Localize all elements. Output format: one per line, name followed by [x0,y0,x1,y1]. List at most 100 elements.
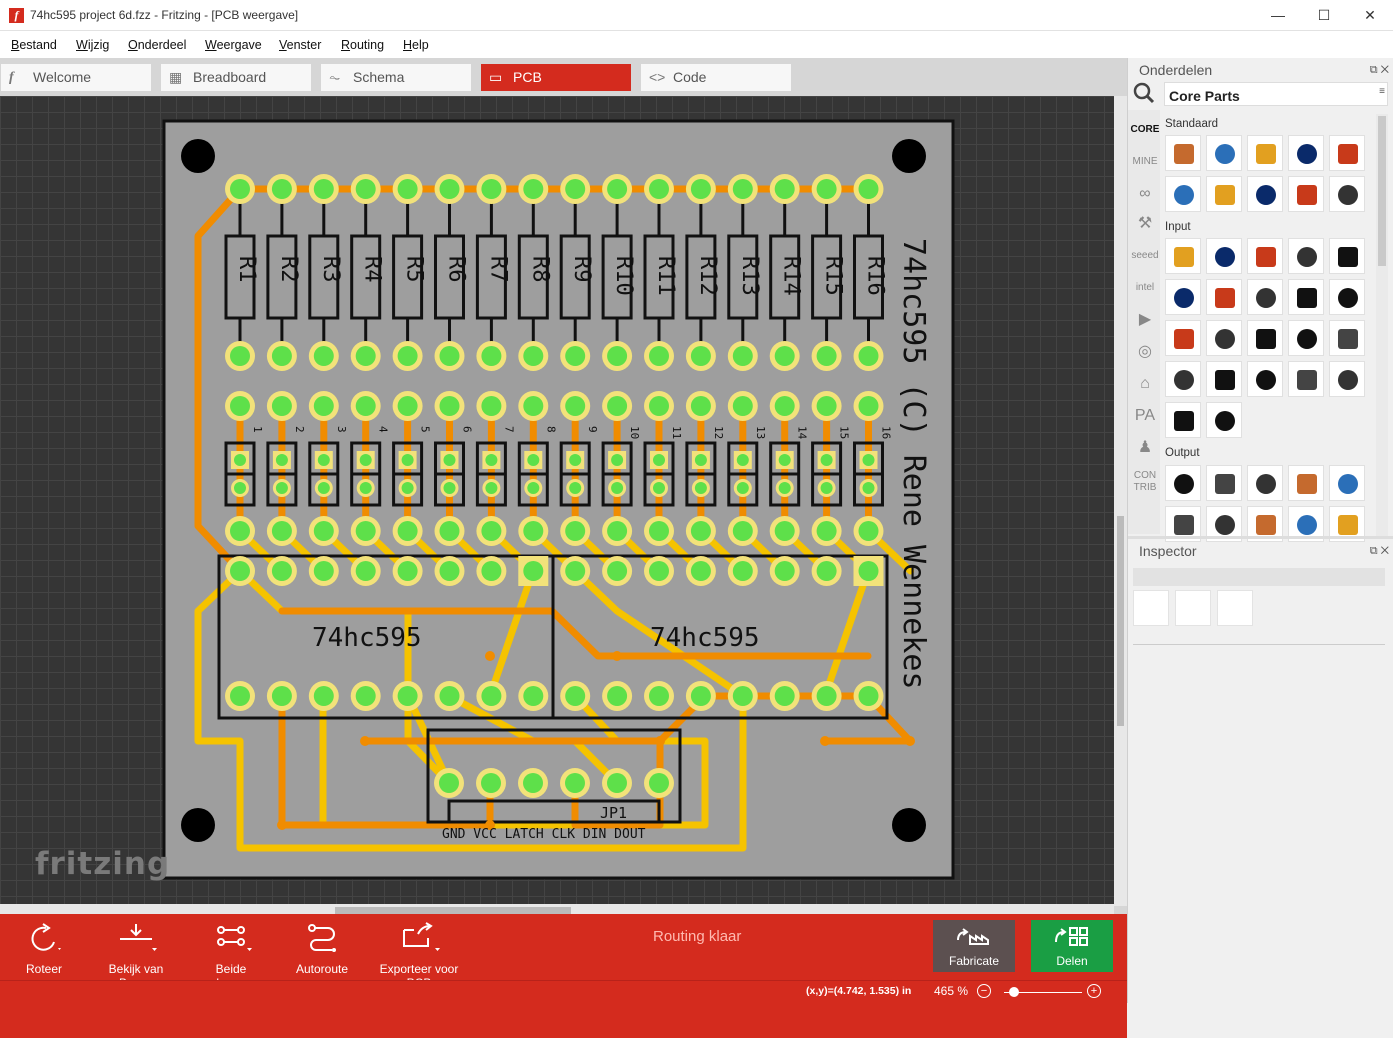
part-seven-segment-icon[interactable] [1329,465,1365,501]
pad-resistor-bottom-center [439,346,460,366]
part-joystick-icon[interactable] [1206,238,1242,274]
minimize-button[interactable]: — [1255,0,1301,31]
part-tantalum-capacitor-icon[interactable] [1288,135,1324,171]
pcb-canvas[interactable]: R1 1 R2 2 R3 3 R4 4 R5 5 R6 6 R7 7 R8 8 R9 9 R10 10 R11 11 R12… [0,96,1127,906]
bin-core[interactable]: CORE [1130,116,1160,144]
panel-splitter[interactable] [1128,536,1393,539]
pad-resistor-top-center [774,179,795,199]
autoroute-icon [308,924,336,952]
bin-seeed[interactable]: seeed [1130,242,1160,270]
part-pnp-transistor-icon[interactable] [1206,176,1242,212]
menu-weergave[interactable]: Weergave [205,38,262,52]
part-humidity-sensor-icon[interactable] [1206,402,1242,438]
tab-schema[interactable]: ⏦ Schema [321,64,471,91]
bin-contrib[interactable]: CON TRIB [1130,466,1160,494]
part-fet-icon[interactable] [1288,176,1324,212]
bin-menu-icon[interactable]: ≡ [1379,86,1385,97]
pad-resistor-bottom-center [690,346,711,366]
part-ceramic-capacitor-icon[interactable] [1206,135,1242,171]
part-diode-icon[interactable] [1165,176,1201,212]
close-button[interactable]: ✕ [1347,0,1393,31]
part-pir-sensor-icon[interactable] [1247,361,1283,397]
scroll-thumb[interactable] [335,907,571,914]
vertical-scrollbar[interactable] [1114,96,1127,906]
both-layers-icon [217,926,252,951]
part-mystery-part-icon[interactable] [1329,176,1365,212]
autoroute-button[interactable]: Autoroute [294,922,350,976]
fabricate-button[interactable]: Fabricate [933,920,1015,972]
zoom-out-button[interactable]: − [977,984,991,998]
panel-float-close-buttons[interactable]: ⧉ ✕ [1370,545,1389,558]
zoom-slider-handle[interactable] [1009,987,1019,997]
part-electrolytic-capacitor-icon[interactable] [1247,135,1283,171]
tab-breadboard[interactable]: ▦ Breadboard [161,64,311,91]
part-accelerometer-icon[interactable] [1329,320,1365,356]
part-rfid-reader-icon[interactable] [1165,402,1201,438]
part-thumbnail [1256,144,1276,164]
led-pad-center [778,482,791,494]
bin-arduino-icon[interactable]: ∞ [1130,180,1160,208]
part-pushbutton-icon[interactable] [1247,279,1283,315]
menu-bestand[interactable]: Bestand [11,38,57,52]
part-slide-switch-icon[interactable] [1247,238,1283,274]
part-potentiometer-icon[interactable] [1165,238,1201,274]
bin-snootlab-icon[interactable]: ◎ [1130,338,1160,366]
menu-help[interactable]: Help [403,38,429,52]
share-button[interactable]: Delen [1031,920,1113,972]
part-reed-switch-icon[interactable] [1206,279,1242,315]
menu-venster[interactable]: Venster [279,38,321,52]
part-npn-transistor-icon[interactable] [1247,176,1283,212]
part-toggle-switch-icon[interactable] [1288,279,1324,315]
part-photocell-icon[interactable] [1165,320,1201,356]
part-led-star-icon[interactable] [1288,465,1324,501]
scroll-thumb[interactable] [1378,116,1386,266]
maximize-button[interactable]: ☐ [1301,0,1347,31]
tab-welcome[interactable]: f Welcome [1,64,151,91]
parts-scrollbar[interactable] [1376,114,1388,536]
part-thumbnail [1215,411,1235,431]
scroll-thumb[interactable] [1117,516,1124,726]
bin-play-icon[interactable]: ▶ [1130,306,1160,334]
parts-search-button[interactable] [1128,80,1162,108]
menu-onderdeel[interactable]: Onderdeel [128,38,186,52]
pad-resistor-bottom-center [523,346,544,366]
pad-led-top-center [313,396,334,416]
rotate-button[interactable]: Roteer [22,922,66,976]
bin-piano-icon[interactable]: ♟ [1130,434,1160,462]
part-rotary-encoder-icon[interactable] [1329,238,1365,274]
zoom-in-button[interactable]: + [1087,984,1101,998]
bin-pa[interactable]: PA [1130,402,1160,430]
tab-pcb[interactable]: ▭ PCB [481,64,631,91]
part-thermistor-icon[interactable] [1206,320,1242,356]
part-inductor-icon[interactable] [1329,135,1365,171]
part-white-led-icon[interactable] [1206,465,1242,501]
part-resistor-icon[interactable] [1165,135,1201,171]
led-number: 9 [586,426,599,433]
part-sparkfun-board-icon[interactable] [1165,361,1201,397]
part-ir-sensor-icon[interactable] [1288,320,1324,356]
part-antenna-icon[interactable] [1329,361,1365,397]
menu-wijzig[interactable]: Wijzig [76,38,109,52]
pcb-board[interactable]: R11R22R33R44R55R66R77R88R99R1010R1111R12… [0,96,1114,904]
part-magnetic-sensor-icon[interactable] [1247,320,1283,356]
part-red-led-icon[interactable] [1165,465,1201,501]
tab-code[interactable]: <> Code [641,64,791,91]
led-pad-center [653,482,665,494]
pad-ic-bottom-center [523,686,544,706]
bin-sparkfun-icon[interactable]: ⚒ [1130,210,1160,238]
part-reed-tube-icon[interactable] [1288,361,1324,397]
part-rgb-led-icon[interactable] [1247,465,1283,501]
bin-mine[interactable]: MINE [1130,148,1160,176]
panel-float-close-buttons[interactable]: ⧉ ✕ [1370,64,1389,77]
part-trimmer-icon[interactable] [1165,279,1201,315]
part-dip-switch-icon[interactable] [1288,238,1324,274]
led-pad-center [527,482,540,494]
pad-resistor-bottom-center [607,346,628,366]
part-tilt-sensor-icon[interactable] [1329,279,1365,315]
tab-label: Welcome [33,69,92,85]
bin-intel[interactable]: intel [1130,274,1160,302]
menu-routing[interactable]: Routing [341,38,384,52]
pad-connector-center [649,773,669,793]
part-temperature-sensor-icon[interactable] [1206,361,1242,397]
bin-house-icon[interactable]: ⌂ [1130,370,1160,398]
